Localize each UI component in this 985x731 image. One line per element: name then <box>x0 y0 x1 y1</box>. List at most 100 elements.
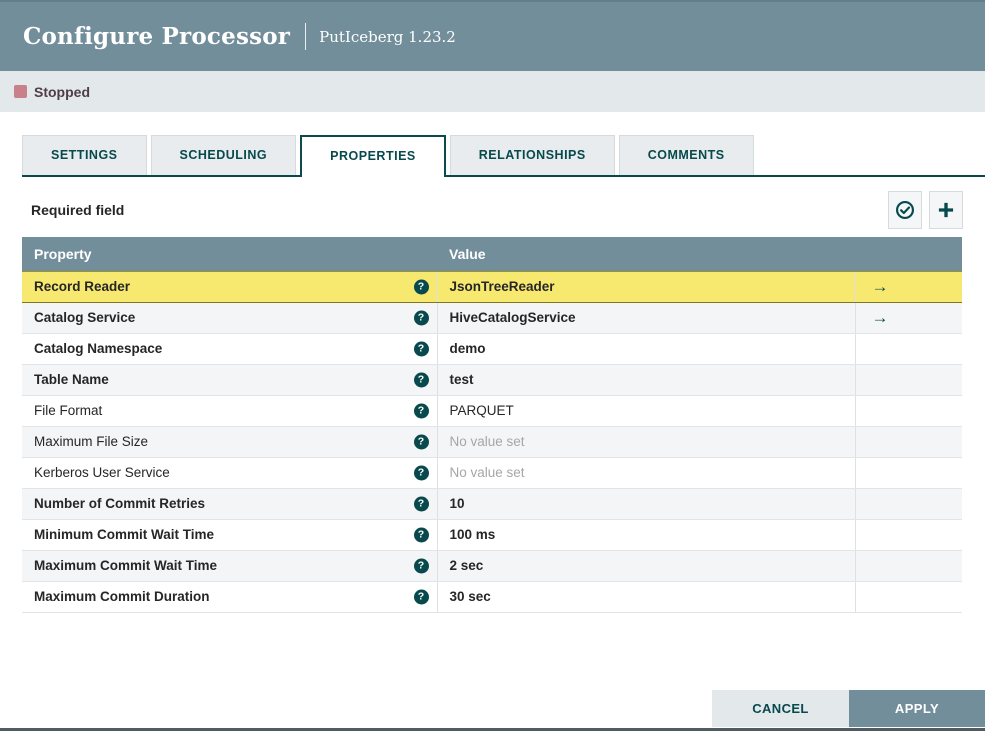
property-name: Kerberos User Service <box>34 465 170 480</box>
property-name-cell: Catalog Service? <box>22 302 437 334</box>
property-name-cell: Table Name? <box>22 364 437 396</box>
tab-properties[interactable]: PROPERTIES <box>300 135 446 177</box>
toolbar-buttons <box>888 191 963 229</box>
help-icon[interactable]: ? <box>413 496 429 511</box>
property-value: demo <box>449 341 486 356</box>
property-row: Number of Commit Retries? 10 <box>22 488 962 520</box>
cancel-button[interactable]: CANCEL <box>712 690 849 727</box>
property-action-cell: → <box>854 270 962 303</box>
property-name: Minimum Commit Wait Time <box>34 527 215 542</box>
plus-icon <box>936 200 956 220</box>
property-value: No value set <box>449 465 525 480</box>
property-action-cell <box>854 581 962 613</box>
property-action-cell <box>854 426 962 458</box>
property-value-cell[interactable]: HiveCatalogService <box>436 302 855 334</box>
property-action-cell <box>854 333 962 365</box>
property-value-cell[interactable]: PARQUET <box>436 395 855 427</box>
help-icon[interactable]: ? <box>413 589 429 604</box>
property-value: 100 ms <box>449 527 496 542</box>
property-row: Kerberos User Service? No value set <box>22 457 962 489</box>
property-row: Maximum Commit Duration? 30 sec <box>22 581 962 613</box>
apply-button[interactable]: APPLY <box>849 690 985 727</box>
dialog-header: Configure Processor PutIceberg 1.23.2 <box>0 0 985 71</box>
property-row: Minimum Commit Wait Time? 100 ms <box>22 519 962 551</box>
property-value: 2 sec <box>449 558 484 573</box>
tab-comments[interactable]: COMMENTS <box>618 135 754 175</box>
goto-service-arrow-icon[interactable]: → <box>872 277 889 296</box>
property-value: 30 sec <box>449 589 491 604</box>
property-value: No value set <box>449 434 525 449</box>
property-action-cell <box>854 519 962 551</box>
property-name: Catalog Namespace <box>34 341 163 356</box>
help-icon[interactable]: ? <box>413 372 429 387</box>
property-row: Catalog Namespace? demo <box>22 333 962 365</box>
property-row: Maximum Commit Wait Time? 2 sec <box>22 550 962 582</box>
help-icon[interactable]: ? <box>413 341 429 356</box>
property-row: Catalog Service? HiveCatalogService → <box>22 302 962 334</box>
property-value-cell[interactable]: 100 ms <box>436 519 855 551</box>
verify-properties-button[interactable] <box>888 191 922 229</box>
property-value: JsonTreeReader <box>449 279 555 294</box>
required-field-label: Required field <box>31 202 125 218</box>
property-value: PARQUET <box>449 403 514 418</box>
property-name: Table Name <box>34 372 109 387</box>
property-name-cell: Number of Commit Retries? <box>22 488 437 520</box>
property-action-cell <box>854 550 962 582</box>
properties-table: Property Value Record Reader? JsonTreeRea… <box>22 237 962 613</box>
property-name-cell: Minimum Commit Wait Time? <box>22 519 437 551</box>
property-value: HiveCatalogService <box>449 310 576 325</box>
property-value-cell[interactable]: 30 sec <box>436 581 855 613</box>
property-value-cell[interactable]: 2 sec <box>436 550 855 582</box>
property-name: Number of Commit Retries <box>34 496 206 511</box>
tab-relationships[interactable]: RELATIONSHIPS <box>449 135 615 175</box>
add-property-button[interactable] <box>929 191 963 229</box>
help-icon[interactable]: ? <box>413 403 429 418</box>
property-action-cell <box>854 457 962 489</box>
help-icon[interactable]: ? <box>413 527 429 542</box>
property-value-cell[interactable]: demo <box>436 333 855 365</box>
property-row: File Format? PARQUET <box>22 395 962 427</box>
property-action-cell <box>854 488 962 520</box>
dialog-title: Configure Processor <box>23 23 291 50</box>
dialog-footer: CANCEL APPLY <box>712 690 985 727</box>
property-row: Maximum File Size? No value set <box>22 426 962 458</box>
property-value-cell[interactable]: test <box>436 364 855 396</box>
property-name-cell: Catalog Namespace? <box>22 333 437 365</box>
property-value: test <box>449 372 474 387</box>
property-row: Table Name? test <box>22 364 962 396</box>
property-value: 10 <box>449 496 465 511</box>
tab-bar: SETTINGS SCHEDULING PROPERTIES RELATIONSHIP… <box>22 135 985 177</box>
check-circle-icon <box>895 200 915 220</box>
processor-type-version: PutIceberg 1.23.2 <box>319 27 456 46</box>
tab-scheduling[interactable]: SCHEDULING <box>150 135 297 175</box>
property-name: Maximum Commit Wait Time <box>34 558 218 573</box>
title-separator <box>305 23 307 50</box>
tab-settings[interactable]: SETTINGS <box>22 135 147 175</box>
property-value-cell[interactable]: No value set <box>436 457 855 489</box>
property-name: Record Reader <box>34 279 131 294</box>
stopped-square-icon <box>14 85 27 98</box>
property-name-cell: Maximum File Size? <box>22 426 437 458</box>
property-value-cell[interactable]: JsonTreeReader <box>436 270 855 303</box>
property-name-cell: Maximum Commit Duration? <box>22 581 437 613</box>
status-bar: Stopped <box>0 71 985 112</box>
help-icon[interactable]: ? <box>413 434 429 449</box>
help-icon[interactable]: ? <box>413 310 429 325</box>
help-icon[interactable]: ? <box>413 558 429 573</box>
property-name-cell: Record Reader? <box>22 270 437 303</box>
help-icon[interactable]: ? <box>413 279 429 294</box>
help-icon[interactable]: ? <box>413 465 429 480</box>
properties-toolbar: Required field <box>22 191 963 229</box>
property-name-cell: Kerberos User Service? <box>22 457 437 489</box>
property-name: Catalog Service <box>34 310 136 325</box>
column-header-value: Value <box>437 237 962 271</box>
property-value-cell[interactable]: No value set <box>436 426 855 458</box>
property-value-cell[interactable]: 10 <box>436 488 855 520</box>
property-name-cell: File Format? <box>22 395 437 427</box>
property-name: Maximum File Size <box>34 434 149 449</box>
property-name: File Format <box>34 403 103 418</box>
property-name: Maximum Commit Duration <box>34 589 210 604</box>
goto-service-arrow-icon[interactable]: → <box>872 308 889 327</box>
property-row: Record Reader? JsonTreeReader → <box>22 270 962 303</box>
property-name-cell: Maximum Commit Wait Time? <box>22 550 437 582</box>
